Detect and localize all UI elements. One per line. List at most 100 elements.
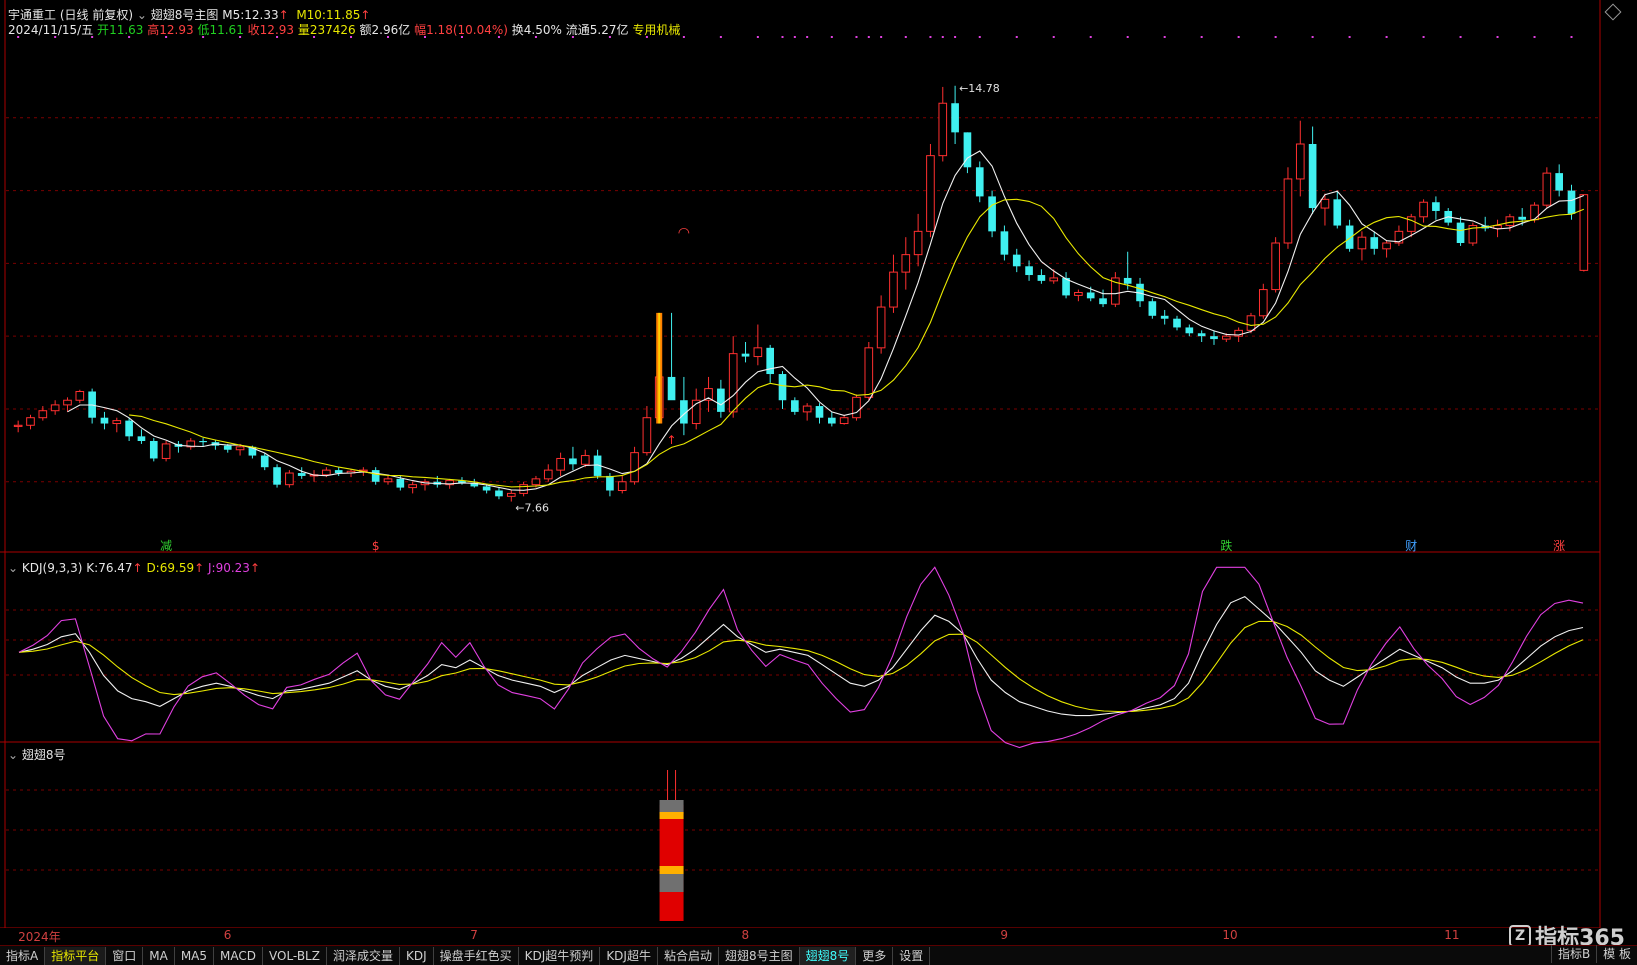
tab-10[interactable]: KDJ超牛预判	[519, 946, 601, 965]
candle-body	[1173, 318, 1181, 328]
pencil-cap	[659, 800, 684, 814]
tab-15[interactable]: 更多	[856, 946, 894, 965]
tab-14[interactable]: 翅翅8号	[799, 946, 857, 965]
signal-dot	[904, 36, 907, 38]
candle-body	[741, 353, 750, 357]
signal-dot	[350, 36, 353, 38]
signal-dot	[830, 36, 833, 38]
signal-dot	[1422, 36, 1425, 38]
signal-dot	[497, 36, 500, 38]
signal-dot	[806, 36, 809, 38]
candle-body	[951, 103, 959, 133]
signal-dot	[1237, 36, 1240, 38]
candle-body	[580, 455, 590, 465]
pencil-band	[659, 866, 684, 874]
candle-body	[13, 424, 23, 427]
sub2-title[interactable]: 翅翅8号	[22, 748, 66, 762]
signal-dot	[17, 36, 20, 38]
chevron-down-icon[interactable]: ⌄	[8, 561, 18, 575]
signal-dot	[534, 36, 537, 38]
signal-dot	[719, 36, 722, 38]
candle-body	[1185, 327, 1194, 334]
tab-2[interactable]: 窗口	[106, 946, 144, 965]
tab-12[interactable]: 粘合启动	[658, 946, 719, 965]
tab-6[interactable]: VOL-BLZ	[263, 946, 327, 965]
candle-body	[1333, 199, 1342, 226]
candle-body	[778, 374, 787, 401]
sub2-header: ⌄ 翅翅8号	[8, 746, 66, 763]
candle-body	[1271, 242, 1280, 291]
tab-9[interactable]: 操盘手红色买	[434, 946, 519, 965]
time-axis-label: 11	[1444, 928, 1460, 942]
candle-body	[149, 441, 158, 459]
signal-dot	[1385, 36, 1388, 38]
j-label: J:	[207, 561, 216, 575]
right-tab-0[interactable]: 指标B	[1550, 945, 1596, 963]
candle-body	[137, 436, 146, 441]
signal-dot	[313, 36, 316, 38]
candle-body	[864, 347, 874, 398]
chart-canvas[interactable]: ←14.78 ←7.66 减 $ 跌 财 涨 ◠ ↑	[0, 0, 1637, 928]
signal-dot	[1496, 36, 1499, 38]
candle-body	[235, 446, 245, 451]
kdj-title[interactable]: KDJ(9,3,3)	[22, 561, 83, 575]
signal-dot	[867, 36, 870, 38]
candle-body	[1579, 194, 1589, 271]
right-tab-1[interactable]: 模 板	[1596, 945, 1637, 963]
signal-dot	[1089, 36, 1092, 38]
signal-dot	[1570, 36, 1573, 38]
candle-body	[1283, 178, 1293, 244]
indicator-tab-bar: 指标A 指标平台 窗口 MA MA5 MACD VOL-BLZ 润泽成交量 KDJ 操盘手红色买 K…	[0, 945, 1637, 965]
tab-4[interactable]: MA5	[175, 946, 215, 965]
pencil-band	[659, 812, 684, 819]
low-annotation: ←7.66	[515, 502, 549, 515]
tab-7[interactable]: 润泽成交量	[327, 946, 400, 965]
signal-dot	[276, 36, 279, 38]
signal-dot	[793, 36, 796, 38]
candle-body	[161, 443, 171, 459]
candle-body	[802, 405, 812, 413]
candle-body	[50, 404, 60, 412]
candle-body	[1025, 266, 1033, 276]
candle-body	[1210, 336, 1218, 340]
candle-body	[223, 445, 232, 450]
candle-body	[606, 475, 614, 491]
tab-13[interactable]: 翅翅8号主图	[719, 946, 800, 965]
tab-3[interactable]: MA	[143, 946, 175, 965]
signal-dot	[929, 36, 932, 38]
tab-5[interactable]: MACD	[214, 946, 263, 965]
d-value: 69.59	[159, 561, 195, 575]
brand-logo-icon: Z	[1509, 925, 1532, 947]
high-annotation: ←14.78	[959, 82, 1000, 95]
signal-dot	[423, 36, 426, 38]
candle-body	[975, 167, 984, 197]
tab-11[interactable]: KDJ超牛	[600, 946, 658, 965]
chevron-down-icon[interactable]: ⌄	[8, 748, 18, 762]
signal-dot	[1163, 36, 1166, 38]
up-arrow-icon: ↑	[249, 561, 260, 575]
candle-body	[728, 353, 738, 413]
signal-dot	[387, 36, 390, 38]
candle-body	[125, 420, 133, 437]
candle-body	[1246, 315, 1256, 331]
candle-body	[1505, 216, 1515, 227]
candle-body	[26, 417, 35, 426]
candle-body	[1419, 201, 1428, 218]
candle-body	[334, 470, 343, 474]
marker-label: 财	[1405, 539, 1417, 553]
tab-0[interactable]: 指标A	[0, 946, 46, 965]
signal-dot	[1052, 36, 1055, 38]
signal-dot	[1348, 36, 1351, 38]
candle-body	[1099, 298, 1107, 305]
tab-8[interactable]: KDJ	[400, 946, 434, 965]
signal-dot	[1126, 36, 1129, 38]
signal-dot	[855, 36, 858, 38]
up-arrow-icon: ↑	[132, 561, 143, 575]
candle-body	[38, 410, 48, 419]
candle-body	[1160, 315, 1169, 319]
tab-1[interactable]: 指标平台	[45, 946, 107, 965]
tab-16[interactable]: 设置	[893, 946, 931, 965]
signal-dot	[571, 36, 574, 38]
candle-body	[791, 400, 799, 412]
candle-body	[371, 470, 380, 482]
